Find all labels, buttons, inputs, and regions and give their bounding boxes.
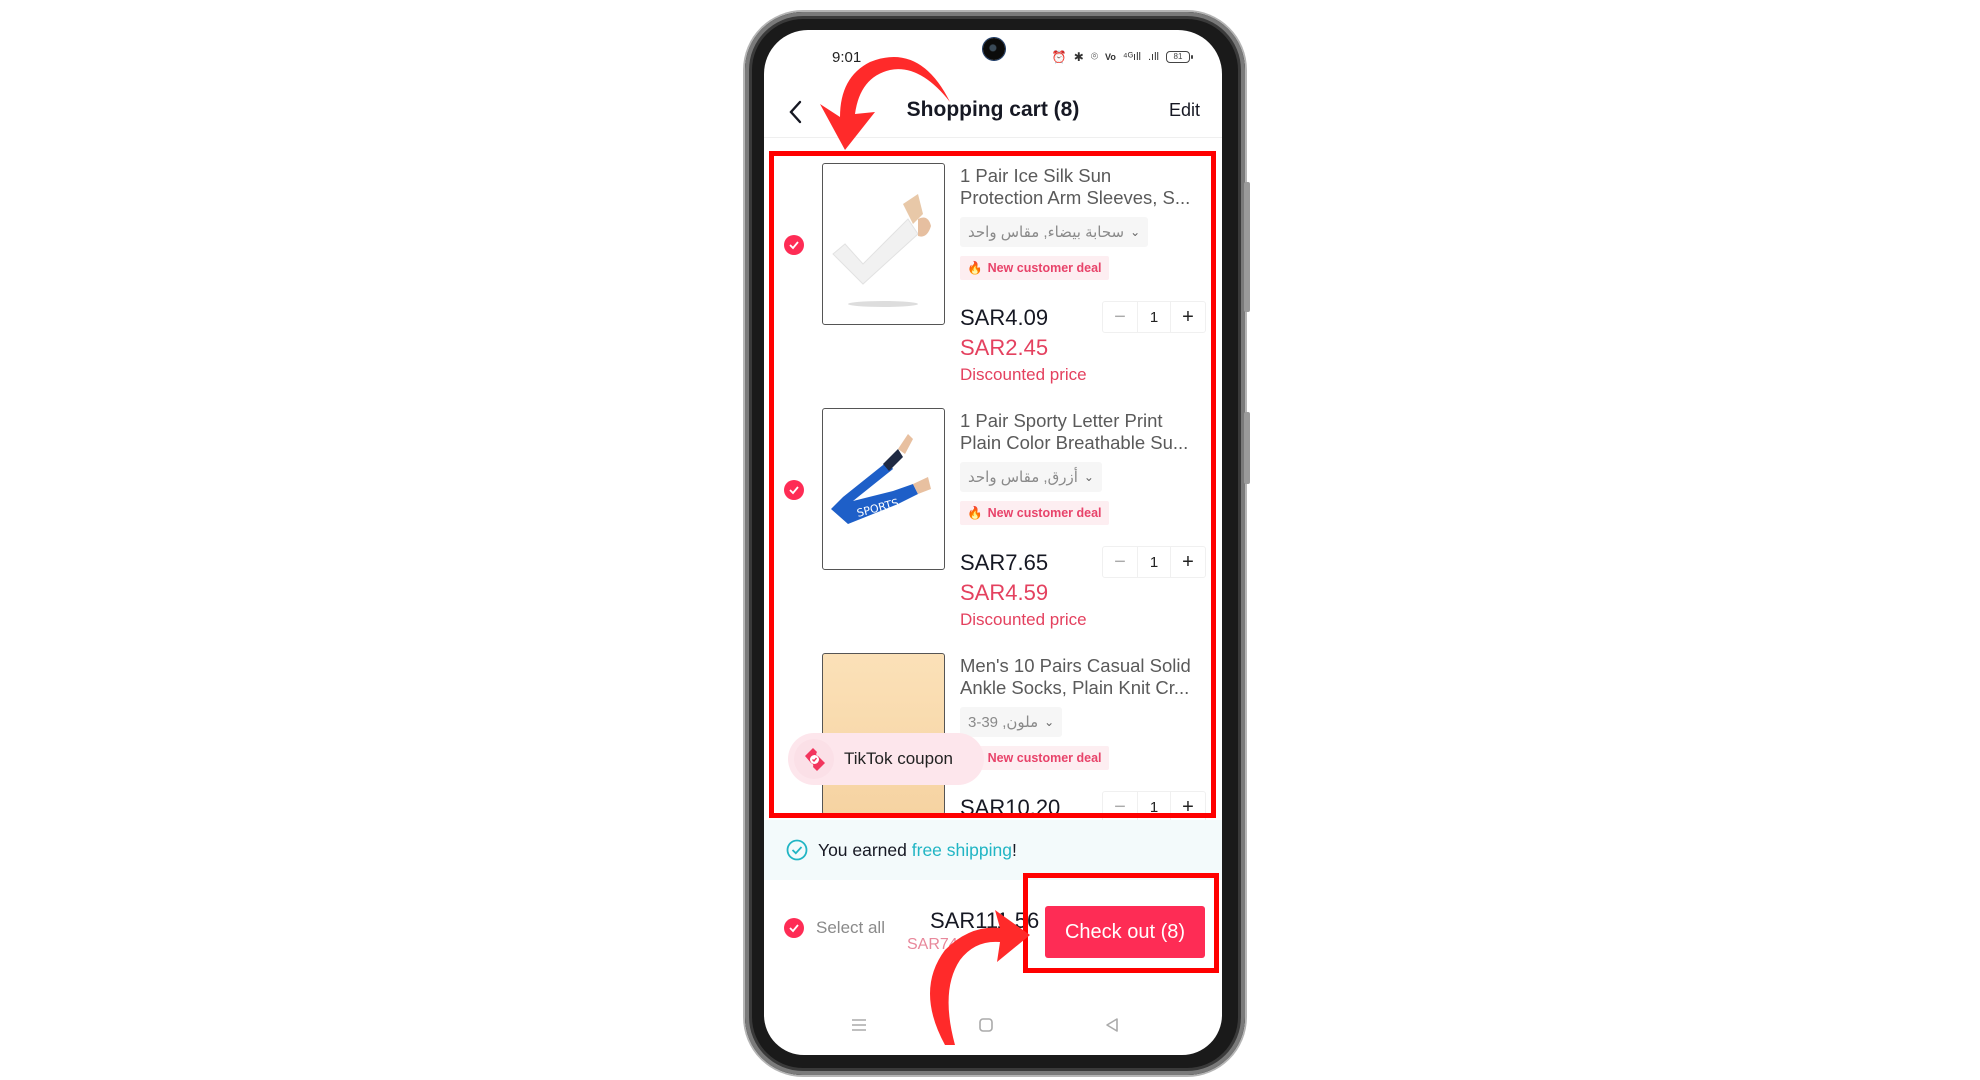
- power-button: [1244, 412, 1250, 484]
- status-icons: ⏰ ✱ ⌾ Vo ⁴ᴳıll .ıll 81: [1051, 49, 1193, 64]
- decrease-quantity-button[interactable]: −: [1103, 547, 1137, 577]
- quantity-value[interactable]: 1: [1137, 302, 1171, 332]
- recent-apps-button[interactable]: [844, 1010, 874, 1040]
- checkmark-icon: [789, 241, 799, 250]
- location-icon: ⌾: [1090, 49, 1099, 63]
- chevron-down-icon: ⌄: [1083, 470, 1094, 484]
- cart-list[interactable]: 1 Pair Ice Silk Sun Protection Arm Sleev…: [764, 153, 1222, 820]
- phone-screen: 9:01 ⏰ ✱ ⌾ Vo ⁴ᴳıll .ıll 81 Shopping car…: [764, 30, 1222, 1055]
- volte-icon: Vo: [1105, 51, 1116, 62]
- item-checkbox[interactable]: [784, 480, 804, 500]
- product-title[interactable]: 1 Pair Sporty Letter Print Plain Color B…: [960, 410, 1205, 454]
- total-price: SAR111.56: [930, 908, 1040, 933]
- menu-icon: [852, 1019, 866, 1031]
- cart-item: SPORTS 1 Pair Sporty Letter Print Plain …: [764, 398, 1222, 642]
- arm-sleeve-blue-image: SPORTS: [831, 434, 931, 524]
- quantity-stepper: − 1 +: [1102, 301, 1206, 333]
- decrease-quantity-button[interactable]: −: [1103, 302, 1137, 332]
- chevron-down-icon: ⌄: [1130, 225, 1141, 239]
- item-checkbox[interactable]: [784, 235, 804, 255]
- deal-badge: 🔥 New customer deal: [960, 501, 1109, 525]
- system-nav-bar: [764, 1010, 1222, 1040]
- cart-item: 1 Pair Ice Silk Sun Protection Arm Sleev…: [764, 153, 1222, 397]
- checkmark-icon: [784, 918, 804, 938]
- discount-label: Discounted price: [960, 365, 1087, 384]
- increase-quantity-button[interactable]: +: [1171, 792, 1205, 820]
- battery-icon: 81: [1166, 50, 1193, 63]
- increase-quantity-button[interactable]: +: [1171, 547, 1205, 577]
- discount-label: Discounted price: [960, 610, 1087, 629]
- decrease-quantity-button[interactable]: −: [1103, 792, 1137, 820]
- original-price: SAR4.09: [960, 305, 1049, 330]
- subtotal-price: SAR74.: [907, 936, 963, 953]
- status-time: 9:01: [832, 49, 862, 66]
- coupon-ticket-icon: [794, 739, 834, 779]
- header: Shopping cart (8) Edit: [764, 86, 1222, 138]
- original-price: SAR7.65: [960, 550, 1049, 575]
- home-square-icon: [979, 1018, 993, 1032]
- product-title[interactable]: 1 Pair Ice Silk Sun Protection Arm Sleev…: [960, 165, 1205, 209]
- bluetooth-icon: ✱: [1073, 49, 1084, 64]
- tiktok-coupon-button[interactable]: TikTok coupon: [788, 733, 984, 785]
- variant-selector[interactable]: سحابة بيضاء, مقاس واحد ⌄: [960, 217, 1149, 247]
- checkout-button[interactable]: Check out (8): [1045, 906, 1205, 958]
- variant-label: ملون, 39-3: [968, 714, 1039, 731]
- discounted-price: SAR4.59: [960, 580, 1049, 605]
- cart-item: Men's 10 Pairs Casual Solid Ankle Socks,…: [764, 643, 1222, 820]
- shipping-text: You earned free shipping!: [818, 839, 1017, 860]
- signal-icon: .ıll: [1148, 50, 1159, 63]
- edit-button[interactable]: Edit: [1169, 100, 1200, 121]
- home-button[interactable]: [971, 1010, 1001, 1040]
- alarm-icon: ⏰: [1051, 49, 1067, 64]
- chevron-down-icon: ⌄: [1044, 715, 1055, 729]
- checkmark-icon: [789, 486, 799, 495]
- product-image[interactable]: SPORTS: [822, 408, 945, 570]
- triangle-back-icon: [1106, 1018, 1118, 1032]
- arm-sleeve-white-image: [832, 194, 931, 307]
- check-circle-icon: [786, 839, 808, 861]
- free-shipping-banner: You earned free shipping!: [764, 820, 1222, 880]
- quantity-stepper: − 1 +: [1102, 791, 1206, 820]
- quantity-value[interactable]: 1: [1137, 792, 1171, 820]
- product-image[interactable]: [822, 163, 945, 325]
- variant-selector[interactable]: ملون, 39-3 ⌄: [960, 707, 1063, 737]
- checkout-bar: Select all SAR111.56 SAR74. Check out (8…: [764, 880, 1222, 980]
- quantity-stepper: − 1 +: [1102, 546, 1206, 578]
- fire-icon: 🔥: [967, 505, 983, 520]
- page-title: Shopping cart (8): [906, 98, 1080, 121]
- volume-button: [1244, 182, 1250, 312]
- increase-quantity-button[interactable]: +: [1171, 302, 1205, 332]
- coupon-label: TikTok coupon: [844, 749, 953, 768]
- original-price: SAR10.20: [960, 795, 1061, 820]
- product-title[interactable]: Men's 10 Pairs Casual Solid Ankle Socks,…: [960, 655, 1205, 699]
- variant-label: أزرق, مقاس واحد: [968, 469, 1078, 486]
- variant-label: سحابة بيضاء, مقاس واحد: [968, 224, 1125, 241]
- select-all-checkbox[interactable]: Select all: [784, 918, 885, 938]
- front-camera: [983, 38, 1005, 60]
- fire-icon: 🔥: [967, 260, 983, 275]
- back-nav-button[interactable]: [1097, 1010, 1127, 1040]
- variant-selector[interactable]: أزرق, مقاس واحد ⌄: [960, 462, 1102, 492]
- signal-4g-icon: ⁴ᴳıll: [1122, 50, 1141, 63]
- quantity-value[interactable]: 1: [1137, 547, 1171, 577]
- discounted-price: SAR2.45: [960, 335, 1049, 360]
- deal-badge: 🔥 New customer deal: [960, 256, 1109, 280]
